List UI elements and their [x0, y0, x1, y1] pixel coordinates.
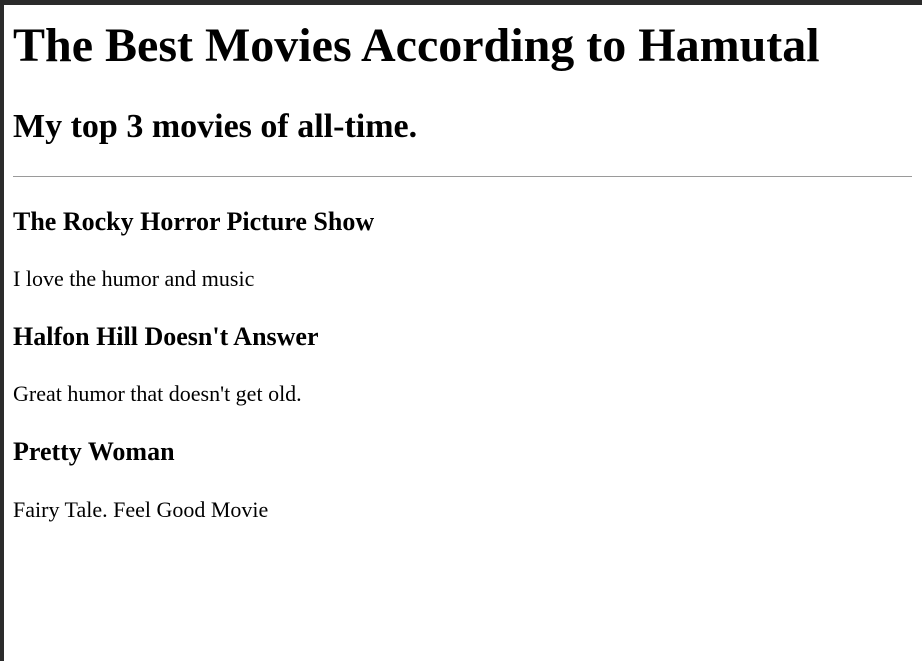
- page-title: The Best Movies According to Hamutal: [13, 19, 820, 72]
- movie-title: Pretty Woman: [13, 437, 175, 466]
- movie-title: The Rocky Horror Picture Show: [13, 207, 375, 236]
- movie-description: I love the humor and music: [13, 266, 255, 291]
- window-left-border: [0, 0, 4, 661]
- section-divider: [13, 176, 912, 177]
- movie-title: Halfon Hill Doesn't Answer: [13, 322, 319, 351]
- movie-description: Fairy Tale. Feel Good Movie: [13, 497, 269, 522]
- page-subtitle: My top 3 movies of all-time.: [13, 108, 418, 145]
- window-top-border: [0, 0, 922, 5]
- movie-description: Great humor that doesn't get old.: [13, 381, 302, 406]
